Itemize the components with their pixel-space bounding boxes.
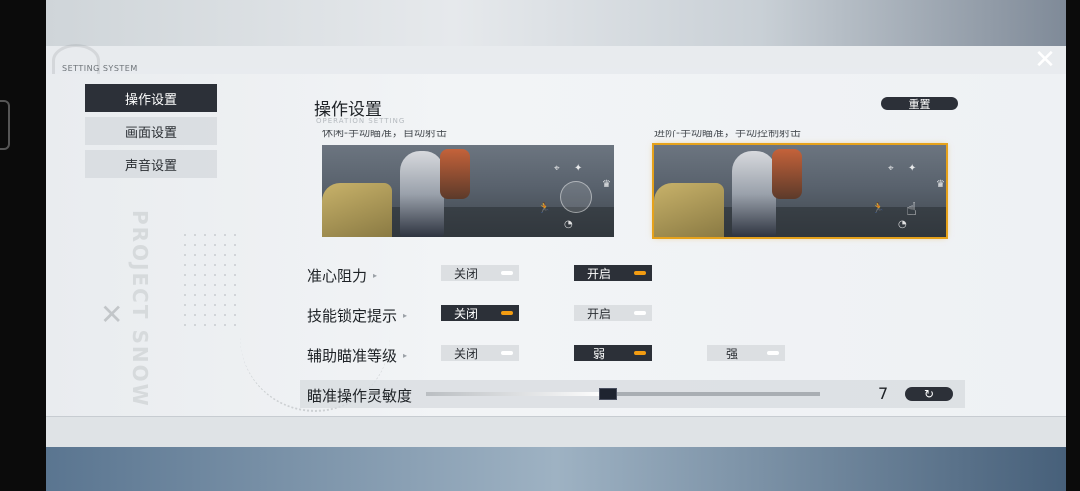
fire-joystick-icon [560,181,592,213]
sensitivity-value: 7 [878,384,889,403]
vertical-decoration: PROJECT SNOW [128,210,152,408]
toggle-indicator [501,311,513,315]
toggle-indicator [767,351,779,355]
settings-header [46,46,1066,74]
aim-assist-off[interactable]: 关闭 [441,345,519,361]
preview-enemy [440,149,470,199]
game-background-top [46,0,1066,46]
skill-icon: ✦ [908,163,917,174]
option-label-crosshair-resistance: 准心阻力 ▸ [307,267,378,285]
option-label-aim-assist-level: 辅助瞄准等级 ▸ [307,347,408,365]
reset-button[interactable]: 重置 [881,97,958,111]
mode-preview-casual[interactable]: ⌖ ✦ ♛ 🏃 ◔ [322,145,614,237]
toggle-indicator [501,351,513,355]
run-icon: 🏃 [872,203,885,214]
skill-lock-hint-on[interactable]: 开启 [574,305,652,321]
sidebar-item-operation[interactable]: 操作设置 [85,84,217,112]
target-icon: ⌖ [888,163,894,174]
sidebar-item-sound[interactable]: 声音设置 [85,150,217,178]
run-icon: 🏃 [538,203,551,214]
slider-fill [426,392,608,396]
toggle-indicator [634,311,646,315]
setting-system-label: SETTING SYSTEM [62,64,138,73]
close-button[interactable]: ✕ [1030,45,1060,75]
game-background-bottom [46,446,1066,491]
preview-car [322,183,392,237]
refresh-icon: ↻ [923,387,935,401]
reload-icon: ◔ [564,219,573,230]
dot-pattern [180,230,240,330]
chevron-right-icon: ▸ [403,311,408,320]
crosshair-resistance-on[interactable]: 开启 [574,265,652,281]
preview-character [400,151,444,237]
hand-tap-icon: ☝ [906,199,917,220]
toggle-indicator [634,351,646,355]
preview-enemy [772,149,802,199]
mode-caption-casual: 休闲-手动瞄准，自动射击 [322,130,447,139]
option-label-skill-lock-hint: 技能锁定提示 ▸ [307,307,408,325]
toggle-indicator [501,271,513,275]
right-black-bar [1066,0,1080,491]
panel-bottom-bar [46,416,1066,447]
skill-lock-hint-off[interactable]: 关闭 [441,305,519,321]
reload-icon: ◔ [898,219,907,230]
page-subtitle: OPERATION SETTING [316,117,406,125]
sensitivity-label: 瞄准操作灵敏度 [307,387,413,405]
slider-thumb[interactable] [599,388,618,400]
preview-car [654,183,724,237]
crosshair-resistance-off[interactable]: 关闭 [441,265,519,281]
mode-preview-advanced[interactable]: ⌖ ✦ ♛ ☝ 🏃 ◔ [652,143,948,239]
toggle-indicator [634,271,646,275]
sensitivity-reset-button[interactable]: ↻ [905,387,953,401]
chevron-right-icon: ▸ [403,351,408,360]
chevron-right-icon: ▸ [373,271,378,280]
preview-character [732,151,776,237]
x-decoration-icon: ✕ [100,298,124,331]
target-icon: ⌖ [554,163,560,174]
close-x-icon: ✕ [1034,45,1056,75]
emblem-icon: ♛ [602,179,611,190]
emblem-icon: ♛ [936,179,945,190]
left-black-bar [0,0,46,491]
sidebar-item-display[interactable]: 画面设置 [85,117,217,145]
aim-assist-weak[interactable]: 弱 [574,345,652,361]
skill-icon: ✦ [574,163,583,174]
side-handle[interactable] [0,100,10,150]
sensitivity-slider[interactable] [426,388,820,400]
mode-caption-advanced: 进阶-手动瞄准，手动控制射击 [654,130,801,139]
aim-assist-strong[interactable]: 强 [707,345,785,361]
